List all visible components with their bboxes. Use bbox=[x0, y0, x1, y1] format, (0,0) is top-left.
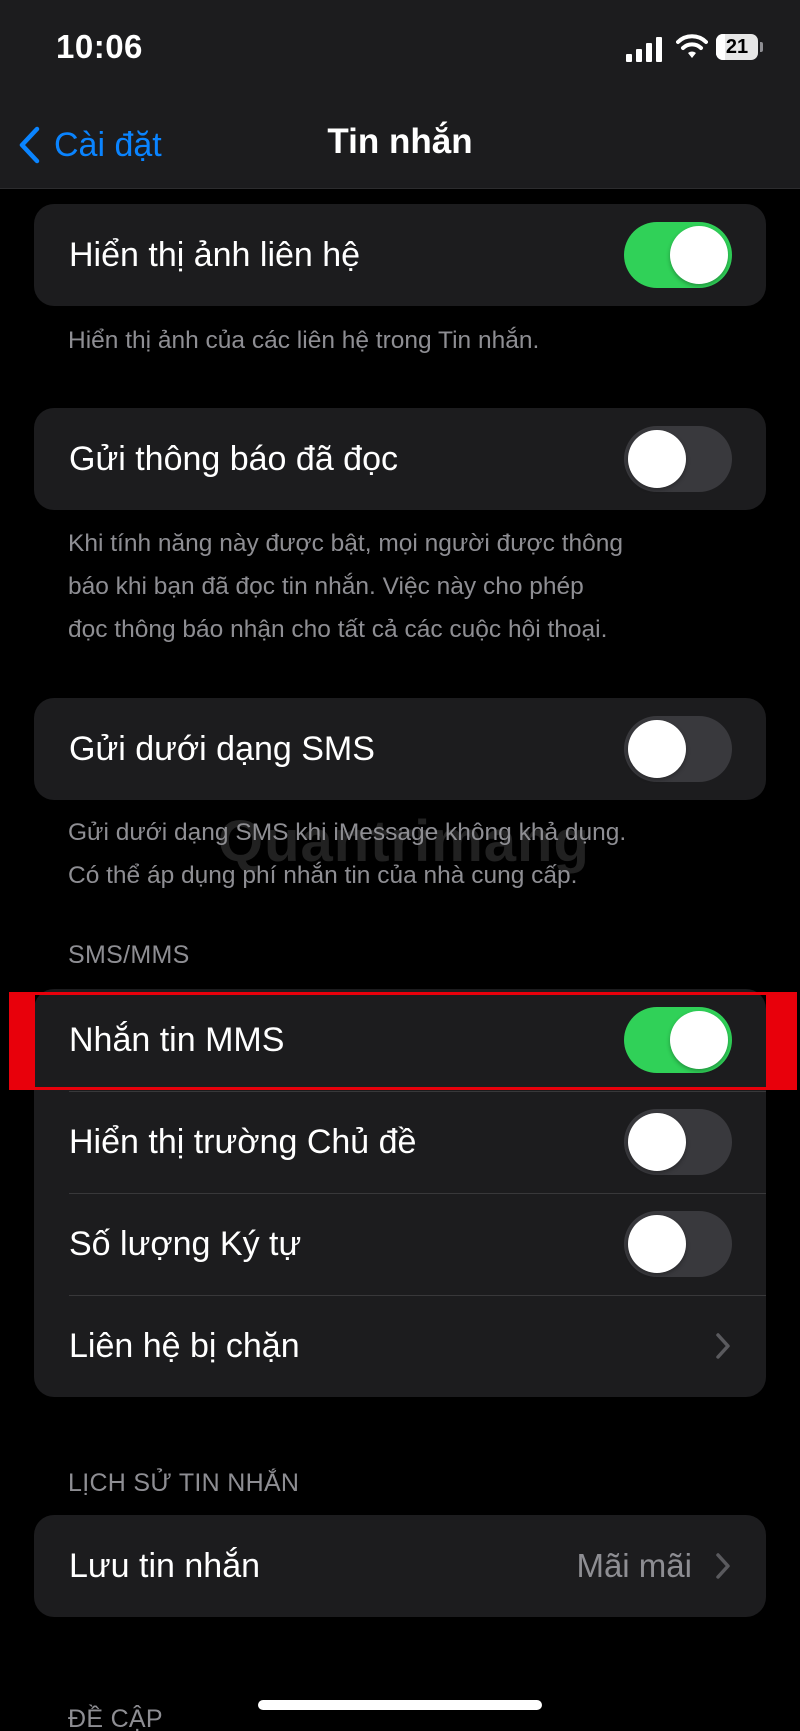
send-as-sms-group: Gửi dưới dạng SMS bbox=[34, 698, 766, 800]
contact-photos-toggle[interactable] bbox=[624, 222, 732, 288]
sms-mms-header: SMS/MMS bbox=[68, 941, 190, 969]
status-time: 10:06 bbox=[56, 28, 143, 65]
home-indicator bbox=[258, 1700, 542, 1710]
message-history-header: LỊCH SỬ TIN NHẮN bbox=[68, 1469, 300, 1497]
read-receipts-footnote: Khi tính năng này được bật, mọi người đư… bbox=[68, 522, 748, 651]
mms-messaging-row: Nhắn tin MMS bbox=[34, 989, 766, 1091]
keep-messages-label: Lưu tin nhắn bbox=[69, 1546, 261, 1585]
keep-messages-row[interactable]: Lưu tin nhắn Mãi mãi bbox=[34, 1515, 766, 1617]
message-history-group: Lưu tin nhắn Mãi mãi bbox=[34, 1515, 766, 1617]
read-receipts-row: Gửi thông báo đã đọc bbox=[34, 408, 766, 510]
mms-messaging-label: Nhắn tin MMS bbox=[69, 1020, 285, 1059]
send-as-sms-row: Gửi dưới dạng SMS bbox=[34, 698, 766, 800]
character-count-toggle[interactable] bbox=[624, 1211, 732, 1277]
character-count-label: Số lượng Ký tự bbox=[69, 1224, 302, 1263]
chevron-right-icon bbox=[716, 1553, 730, 1579]
contact-photos-footnote: Hiển thị ảnh của các liên hệ trong Tin n… bbox=[68, 327, 540, 354]
contact-photos-group: Hiển thị ảnh liên hệ bbox=[34, 204, 766, 306]
footnote-line: đọc thông báo nhận cho tất cả các cuộc h… bbox=[68, 616, 608, 643]
contact-photos-label: Hiển thị ảnh liên hệ bbox=[69, 235, 361, 274]
blocked-contacts-row[interactable]: Liên hệ bị chặn bbox=[34, 1295, 766, 1397]
blocked-contacts-label: Liên hệ bị chặn bbox=[69, 1326, 300, 1365]
settings-list[interactable]: Hiển thị ảnh liên hệ Hiển thị ảnh của cá… bbox=[0, 189, 800, 1731]
mms-messaging-toggle[interactable] bbox=[624, 1007, 732, 1073]
footnote-line: Khi tính năng này được bật, mọi người đư… bbox=[68, 530, 624, 557]
keep-messages-value: Mãi mãi bbox=[576, 1547, 692, 1584]
chevron-right-icon bbox=[716, 1333, 730, 1359]
navigation-bar: Cài đặt Tin nhắn bbox=[0, 100, 800, 189]
mentions-header: ĐỀ CẬP bbox=[68, 1705, 163, 1731]
read-receipts-group: Gửi thông báo đã đọc bbox=[34, 408, 766, 510]
show-subject-field-row: Hiển thị trường Chủ đề bbox=[34, 1091, 766, 1193]
sms-mms-group: Nhắn tin MMS Hiển thị trường Chủ đề Số l… bbox=[34, 989, 766, 1397]
send-as-sms-toggle[interactable] bbox=[624, 716, 732, 782]
wifi-icon bbox=[676, 34, 708, 58]
show-subject-field-toggle[interactable] bbox=[624, 1109, 732, 1175]
send-as-sms-label: Gửi dưới dạng SMS bbox=[69, 729, 375, 768]
battery-icon: 21 bbox=[716, 34, 763, 60]
watermark: Quantrimang bbox=[218, 809, 590, 874]
cellular-signal-icon bbox=[626, 36, 666, 62]
show-subject-field-label: Hiển thị trường Chủ đề bbox=[69, 1122, 417, 1161]
read-receipts-label: Gửi thông báo đã đọc bbox=[69, 439, 398, 478]
battery-level: 21 bbox=[725, 36, 749, 58]
page-title: Tin nhắn bbox=[327, 122, 473, 161]
contact-photos-row: Hiển thị ảnh liên hệ bbox=[34, 204, 766, 306]
character-count-row: Số lượng Ký tự bbox=[34, 1193, 766, 1295]
read-receipts-toggle[interactable] bbox=[624, 426, 732, 492]
footnote-line: báo khi bạn đã đọc tin nhắn. Việc này ch… bbox=[68, 573, 584, 600]
status-bar: 10:06 21 bbox=[0, 0, 800, 100]
